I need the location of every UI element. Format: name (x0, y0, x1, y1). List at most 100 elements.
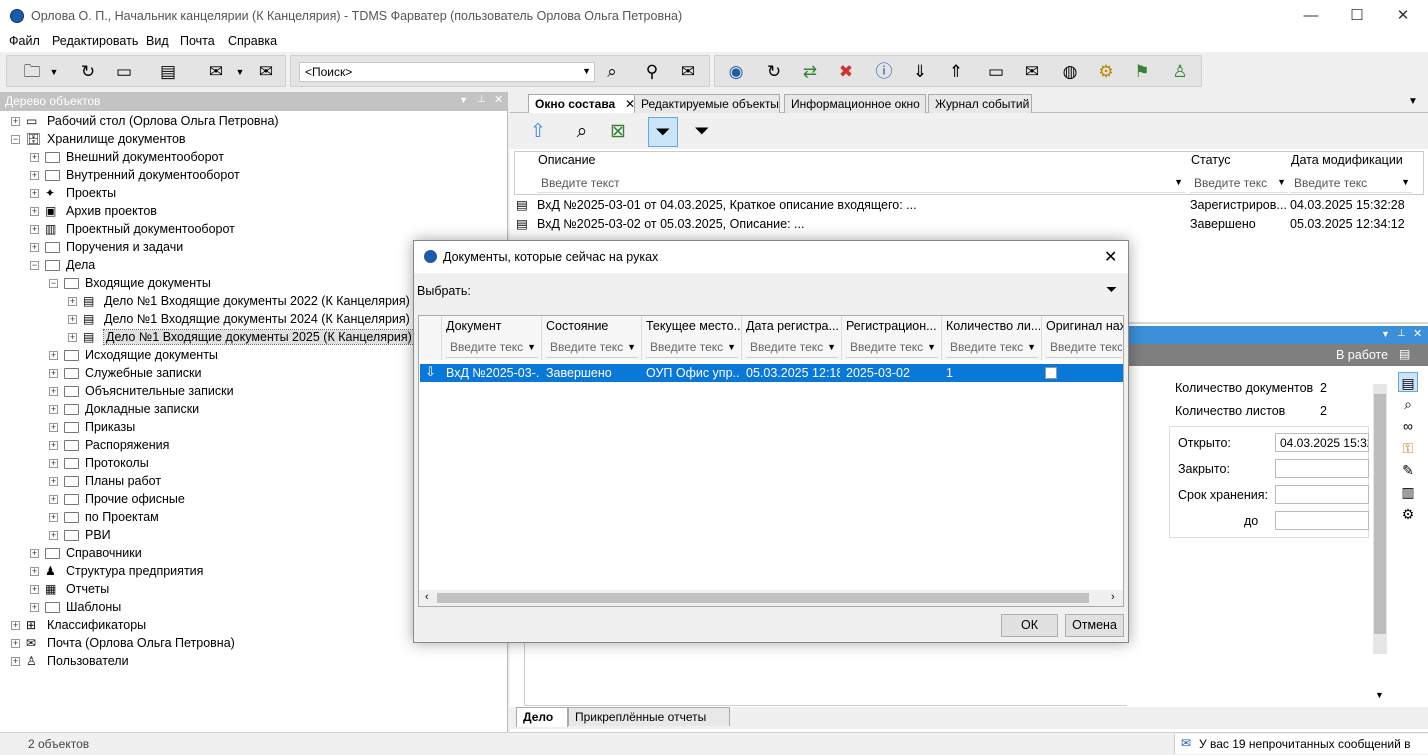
tree-item[interactable]: + ▭ Рабочий стол (Орлова Ольга Петровна) (0, 113, 500, 131)
sync-users-icon[interactable]: ⇄ (799, 61, 821, 83)
search-user-icon[interactable]: ⚲ (641, 61, 663, 83)
expand-icon[interactable]: + (30, 153, 39, 162)
book-icon[interactable]: ▥ (1398, 482, 1418, 502)
column-reg-number[interactable]: Регистрацион... (846, 319, 940, 333)
tree-item[interactable]: + ▣ Архив проектов (0, 203, 500, 221)
mailbox-icon[interactable]: ✉ (1021, 61, 1043, 83)
search-folder-icon[interactable]: ⌕ (601, 61, 623, 83)
horizontal-scrollbar[interactable]: ‹ › (419, 590, 1123, 606)
expand-icon[interactable]: + (30, 171, 39, 180)
expand-icon[interactable]: + (49, 531, 58, 540)
filter-settings-icon[interactable]: ⏷ (687, 117, 717, 147)
filter-reg-date[interactable]: Введите текс ▼ (746, 338, 838, 358)
panel-close-icon[interactable]: ✕ (494, 93, 503, 106)
pin-icon[interactable]: ⊥ (477, 94, 486, 105)
props-scroll-thumb[interactable] (1374, 394, 1386, 634)
expand-icon[interactable]: + (49, 495, 58, 504)
user-icon[interactable]: ♙ (1169, 61, 1191, 83)
info-icon[interactable]: ⓘ (873, 61, 895, 83)
expand-icon[interactable]: + (49, 459, 58, 468)
document-out-icon[interactable]: ⇑ (945, 61, 967, 83)
export-excel-icon[interactable]: ⊠ (603, 117, 633, 147)
tab-info-window[interactable]: Информационное окно (784, 94, 926, 113)
settings-doc-icon[interactable]: ⚙ (1398, 504, 1418, 524)
filter-modified[interactable]: Введите текс ▼ (1290, 174, 1412, 193)
edit-icon[interactable]: ✎ (1398, 460, 1418, 480)
scroll-right-icon[interactable]: › (1111, 591, 1115, 603)
up-level-icon[interactable]: ⇧ (523, 117, 553, 147)
send-mail-icon[interactable]: ✉ (205, 61, 227, 83)
collapse-icon[interactable]: − (30, 261, 39, 270)
scroll-left-icon[interactable]: ‹ (425, 591, 429, 603)
table-row[interactable]: ▤ ВхД №2025-03-02 от 05.03.2025, Описани… (514, 216, 1419, 234)
expand-icon[interactable]: + (49, 351, 58, 360)
mail-attach-icon[interactable]: ✉ (255, 61, 277, 83)
minimize-button[interactable]: — (1288, 0, 1334, 32)
tab-case[interactable]: Дело (516, 707, 568, 727)
column-document[interactable]: Документ (446, 319, 540, 333)
collapse-icon[interactable]: − (49, 279, 58, 288)
expand-icon[interactable]: + (30, 585, 39, 594)
panel-menu-icon[interactable]: ▼ (459, 95, 468, 105)
storage-field[interactable] (1275, 485, 1369, 504)
key-icon[interactable]: ⚿ (1398, 438, 1418, 458)
tree-item[interactable]: + Внешний документооборот (0, 149, 500, 167)
props-close-icon[interactable]: ✕ (1413, 327, 1422, 340)
reload-icon[interactable]: ↻ (763, 61, 785, 83)
expand-icon[interactable]: + (30, 225, 39, 234)
tab-edited-objects[interactable]: Редактируемые объекты (634, 94, 780, 113)
filter-reg-number[interactable]: Введите текс ▼ (846, 338, 938, 358)
scroll-thumb[interactable] (437, 593, 1089, 603)
menu-view[interactable]: Вид (146, 34, 169, 48)
search-icon[interactable]: ⌕ (1398, 394, 1418, 414)
to-field[interactable] (1275, 511, 1369, 530)
disconnect-icon[interactable]: ✖ (835, 61, 857, 83)
expand-icon[interactable]: + (68, 333, 77, 342)
column-reg-date[interactable]: Дата регистра... (746, 319, 840, 333)
expand-icon[interactable]: + (30, 567, 39, 576)
tab-attached-reports[interactable]: Прикреплённые отчеты (568, 707, 730, 726)
closed-field[interactable] (1275, 459, 1369, 478)
column-sheets[interactable]: Количество ли... (946, 319, 1040, 333)
menu-help[interactable]: Справка (228, 34, 277, 48)
search-dropdown-icon[interactable]: ▼ (582, 66, 591, 76)
expand-icon[interactable]: + (49, 441, 58, 450)
messages-indicator[interactable]: ✉ У вас 19 непрочитанных сообщений в (1174, 734, 1428, 754)
ok-button[interactable]: ОК (1001, 614, 1058, 637)
close-window-button[interactable]: ✕ (1380, 0, 1426, 32)
opened-field[interactable]: 04.03.2025 15:32 (1275, 433, 1369, 452)
column-status[interactable]: Статус (1191, 153, 1231, 167)
menu-mail[interactable]: Почта (180, 34, 215, 48)
document-in-icon[interactable]: ⇓ (909, 61, 931, 83)
new-object-icon[interactable]: 🗀 (21, 61, 43, 83)
link-icon[interactable]: ∞ (1398, 416, 1418, 436)
filter-icon[interactable]: ⏷ (648, 117, 678, 147)
props-scroll-down-icon[interactable]: ▼ (1375, 690, 1384, 700)
search-mail-icon[interactable]: ✉ (677, 61, 699, 83)
column-modified[interactable]: Дата модификации (1291, 153, 1403, 167)
properties-view-icon[interactable]: ▤ (1398, 372, 1418, 392)
expand-icon[interactable]: + (49, 369, 58, 378)
expand-icon[interactable]: + (11, 639, 20, 648)
tree-item[interactable]: + Внутренний документооборот (0, 167, 500, 185)
props-menu-icon[interactable]: ▼ (1381, 329, 1390, 339)
dialog-filter-icon[interactable]: ⏷ (1106, 281, 1117, 298)
expand-icon[interactable]: + (30, 549, 39, 558)
filter-sheets[interactable]: Введите текс ▼ (946, 338, 1038, 358)
window-icon[interactable]: ▭ (113, 61, 135, 83)
expand-icon[interactable]: + (30, 207, 39, 216)
new-dropdown-icon[interactable]: ▼ (43, 61, 65, 83)
cancel-button[interactable]: Отмена (1065, 614, 1124, 637)
expand-icon[interactable]: + (11, 621, 20, 630)
message-icon[interactable]: ▭ (985, 61, 1007, 83)
table-row[interactable]: ▤ ВхД №2025-03-01 от 04.03.2025, Краткое… (514, 197, 1419, 215)
filter-original[interactable]: Введите текс (1046, 338, 1122, 358)
tree-item[interactable]: − 🗄 Хранилище документов (0, 131, 500, 149)
expand-icon[interactable]: + (49, 423, 58, 432)
filter-state[interactable]: Введите текс ▼ (546, 338, 638, 358)
collapse-icon[interactable]: − (11, 135, 20, 144)
tree-item[interactable]: + ✦ Проекты (0, 185, 500, 203)
globe-icon[interactable]: ◍ (1059, 61, 1081, 83)
tree-item[interactable]: + ♙ Пользователи (0, 653, 500, 671)
expand-icon[interactable]: + (68, 315, 77, 324)
